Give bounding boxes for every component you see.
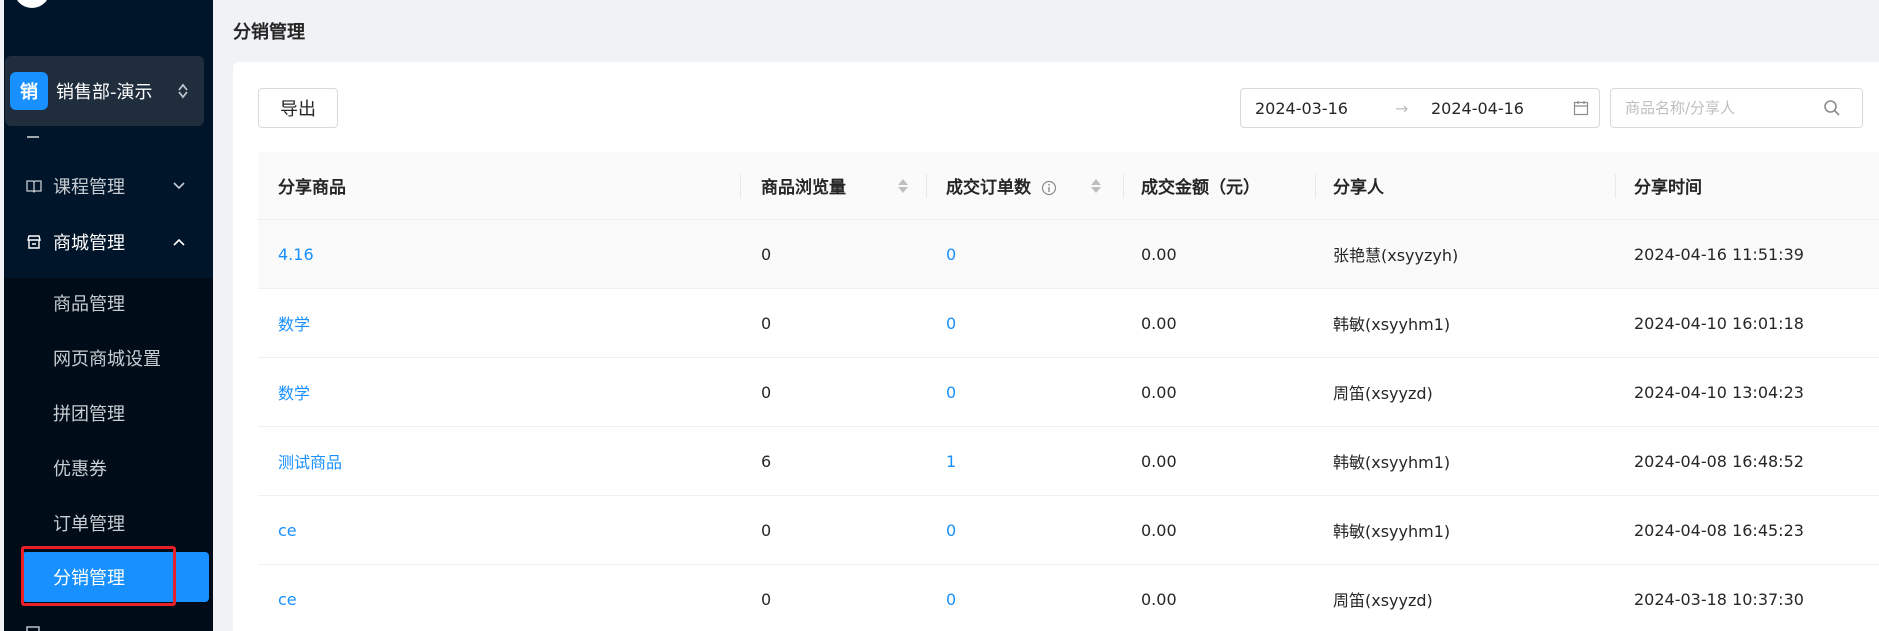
sidebar-item-store[interactable]: 商城管理	[4, 222, 213, 262]
cell-views: 0	[761, 244, 772, 264]
calendar-icon[interactable]	[1573, 100, 1589, 116]
product-link[interactable]: 数学	[278, 315, 310, 334]
header-time: 分享时间	[1634, 178, 1702, 198]
menu-icon	[25, 625, 43, 631]
sidebar-item-distribution[interactable]: 分销管理	[22, 552, 209, 602]
sidebar-item-course[interactable]: 课程管理	[4, 166, 213, 206]
product-link[interactable]: 数学	[278, 384, 310, 403]
orders-link[interactable]: 0	[946, 590, 956, 609]
search-input[interactable]	[1625, 99, 1815, 117]
product-link[interactable]: ce	[278, 590, 297, 609]
header-sharer: 分享人	[1333, 178, 1384, 198]
sidebar-item-hidden	[4, 112, 213, 152]
chevron-up-icon	[173, 238, 185, 246]
sort-views-icon[interactable]	[898, 178, 908, 193]
orders-link[interactable]: 0	[946, 314, 956, 333]
cell-views: 0	[761, 520, 772, 540]
header-orders-label: 成交订单数	[946, 178, 1031, 198]
product-link[interactable]: 测试商品	[278, 453, 342, 472]
cell-amount: 0.00	[1141, 382, 1177, 402]
cell-sharer: 韩敏(xsyyhm1)	[1333, 453, 1451, 472]
sidebar: 销 销售部-演示 课程管理 商城管理 商品管理 网页商城设置 拼团管理 优惠券 …	[0, 0, 213, 631]
cell-amount: 0.00	[1141, 244, 1177, 264]
cell-amount: 0.00	[1141, 451, 1177, 471]
header-product: 分享商品	[278, 178, 346, 198]
column-divider	[1615, 174, 1616, 198]
info-icon[interactable]	[1041, 180, 1057, 196]
column-divider	[1123, 174, 1124, 198]
sidebar-item-products[interactable]: 商品管理	[4, 278, 213, 328]
cell-time: 2024-04-08 16:45:23	[1634, 520, 1804, 540]
table-row: 数学 0 0 0.00 韩敏(xsyyhm1) 2024-04-10 16:01…	[258, 289, 1879, 358]
cell-sharer: 周笛(xsyyzd)	[1333, 384, 1433, 403]
orders-link[interactable]: 1	[946, 452, 956, 471]
logo-icon	[14, 0, 50, 8]
cell-sharer: 张艳慧(xsyyzyh)	[1333, 246, 1459, 265]
book-icon	[25, 177, 43, 195]
cell-time: 2024-04-16 11:51:39	[1634, 244, 1804, 264]
store-icon	[25, 233, 43, 251]
sidebar-item-label: 课程管理	[53, 177, 125, 198]
orders-link[interactable]: 0	[946, 383, 956, 402]
table-row: 测试商品 6 1 0.00 韩敏(xsyyhm1) 2024-04-08 16:…	[258, 427, 1879, 496]
search-box[interactable]	[1610, 88, 1863, 128]
table-row: 数学 0 0 0.00 周笛(xsyyzd) 2024-04-10 13:04:…	[258, 358, 1879, 427]
sidebar-item-hidden-bottom	[4, 614, 213, 631]
cell-time: 2024-04-08 16:48:52	[1634, 451, 1804, 471]
store-submenu: 商品管理 网页商城设置 拼团管理 优惠券 订单管理 分销管理	[4, 278, 213, 631]
distribution-table: 分享商品 商品浏览量 成交订单数 成交金额（元） 分享人 分享时间 4.16 0…	[258, 152, 1879, 631]
chevron-down-icon	[173, 182, 185, 190]
orders-link[interactable]: 0	[946, 521, 956, 540]
product-link[interactable]: 4.16	[278, 245, 314, 264]
cell-amount: 0.00	[1141, 313, 1177, 333]
column-divider	[740, 174, 741, 198]
switch-arrows-icon	[178, 83, 188, 99]
table-row: 4.16 0 0 0.00 张艳慧(xsyyzyh) 2024-04-16 11…	[258, 220, 1879, 289]
org-badge: 销	[10, 72, 48, 110]
menu-icon	[25, 123, 43, 141]
sidebar-item-label: 商城管理	[53, 233, 125, 254]
header-views[interactable]: 商品浏览量	[740, 173, 926, 198]
sidebar-item-web-store-settings[interactable]: 网页商城设置	[4, 333, 213, 383]
column-divider	[1315, 174, 1316, 198]
search-icon[interactable]	[1823, 99, 1841, 117]
table-row: ce 0 0 0.00 韩敏(xsyyhm1) 2024-04-08 16:45…	[258, 496, 1879, 565]
cell-sharer: 韩敏(xsyyhm1)	[1333, 315, 1451, 334]
header-orders[interactable]: 成交订单数	[926, 173, 1123, 198]
sidebar-item-orders[interactable]: 订单管理	[4, 498, 213, 548]
column-divider	[926, 174, 927, 198]
cell-sharer: 韩敏(xsyyhm1)	[1333, 522, 1451, 541]
date-start[interactable]: 2024-03-16	[1255, 99, 1395, 118]
cell-views: 6	[761, 451, 772, 471]
header-amount: 成交金额（元）	[1141, 178, 1260, 198]
cell-time: 2024-04-10 16:01:18	[1634, 313, 1804, 333]
cell-views: 0	[761, 589, 772, 609]
table-row: ce 0 0 0.00 周笛(xsyyzd) 2024-03-18 10:37:…	[258, 565, 1879, 631]
cell-sharer: 周笛(xsyyzd)	[1333, 591, 1433, 610]
date-end[interactable]: 2024-04-16	[1431, 99, 1561, 118]
cell-time: 2024-04-10 13:04:23	[1634, 382, 1804, 402]
date-arrow: →	[1395, 98, 1409, 118]
export-button[interactable]: 导出	[258, 88, 338, 128]
page-title: 分销管理	[233, 22, 305, 43]
product-link[interactable]: ce	[278, 521, 297, 540]
table-header: 分享商品 商品浏览量 成交订单数 成交金额（元） 分享人 分享时间	[258, 152, 1879, 220]
date-range-picker[interactable]: 2024-03-16 → 2024-04-16	[1240, 88, 1600, 128]
sidebar-item-group-buy[interactable]: 拼团管理	[4, 388, 213, 438]
cell-time: 2024-03-18 10:37:30	[1634, 589, 1804, 609]
sort-orders-icon[interactable]	[1091, 178, 1101, 193]
cell-amount: 0.00	[1141, 589, 1177, 609]
sidebar-item-coupons[interactable]: 优惠券	[4, 443, 213, 493]
header-views-label: 商品浏览量	[761, 178, 846, 198]
sidebar-edge	[0, 0, 4, 631]
orders-link[interactable]: 0	[946, 245, 956, 264]
cell-amount: 0.00	[1141, 520, 1177, 540]
cell-views: 0	[761, 382, 772, 402]
org-name: 销售部-演示	[56, 82, 153, 103]
cell-views: 0	[761, 313, 772, 333]
